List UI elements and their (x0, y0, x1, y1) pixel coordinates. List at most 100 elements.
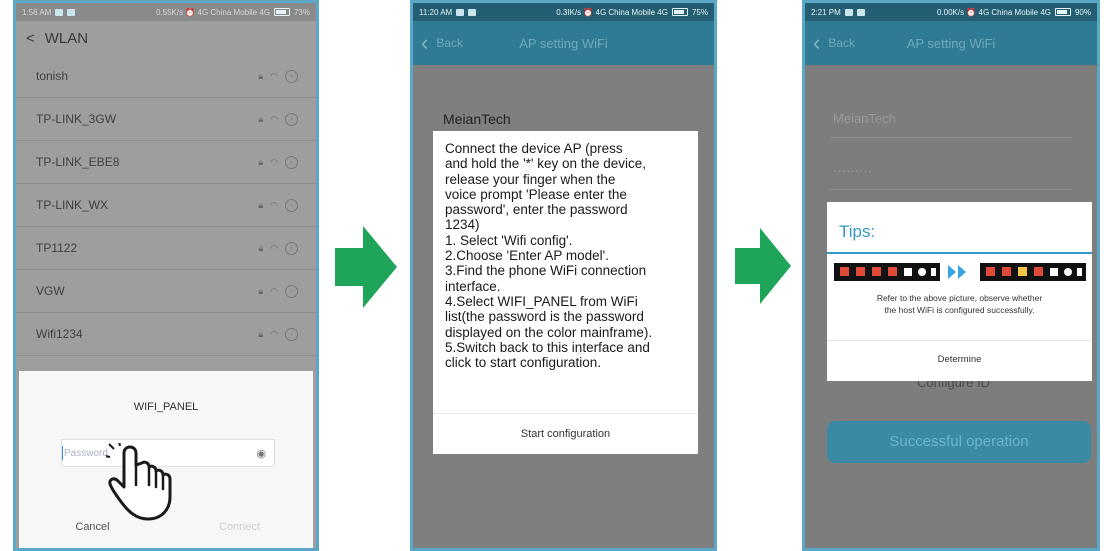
divider (830, 137, 1072, 138)
wifi-list-item[interactable]: VGW 🔒︎ ◠ › (16, 270, 316, 313)
instruction-line: 3.Find the phone WiFi connection (445, 263, 647, 279)
device-status-icons (834, 263, 1086, 281)
wifi-ssid: VGW (36, 284, 65, 298)
instruction-line: voice prompt 'Please enter the (445, 186, 627, 202)
divider (830, 189, 1072, 190)
green-arrow-icon (335, 226, 397, 308)
wifi-list: tonish 🔒︎ ◠ › TP-LINK_3GW 🔒︎ ◠ › TP-LINK_EBE… (16, 55, 316, 356)
lock-icon: 🔒︎ (258, 113, 264, 124)
back-chevron-icon[interactable]: < (26, 30, 35, 47)
info-icon[interactable]: › (285, 284, 298, 298)
instruction-line: click to start configuration. (445, 355, 602, 371)
lock-icon: 🔒︎ (258, 156, 264, 167)
battery-icon (1054, 8, 1071, 16)
battery-icon (273, 8, 290, 16)
eye-icon[interactable]: ◉ (256, 447, 266, 460)
status-info: 0.3IK/s ⏰ 4G China Mobile 4G (556, 7, 668, 17)
status-bar: 11:20 AM 0.3IK/s ⏰ 4G China Mobile 4G 75… (413, 3, 714, 21)
lock-icon: 🔒︎ (258, 285, 264, 296)
ssid-field[interactable]: MeianTech (443, 111, 511, 127)
wifi-ssid: tonish (36, 69, 69, 83)
start-configuration-button[interactable]: Start configuration (433, 413, 698, 454)
instruction-line: 2.Choose 'Enter AP model'. (445, 248, 610, 264)
wifi-signal-icon: ◠ (270, 285, 278, 296)
wifi-ssid: TP1122 (36, 241, 78, 255)
wifi-signal-icon: ◠ (270, 113, 278, 124)
notification-icon (55, 8, 64, 16)
status-bar: 2:21 PM 0.00K/s ⏰ 4G China Mobile 4G 90% (805, 3, 1097, 21)
battery-level: 73% (293, 7, 310, 17)
connect-button[interactable]: Connect (166, 503, 313, 548)
info-icon[interactable]: › (285, 69, 298, 83)
status-bar: 1:56 AM 0.55K/s ⏰ 4G China Mobile 4G 73% (16, 3, 316, 21)
green-arrow-icon (735, 228, 791, 304)
notification-icon (67, 8, 76, 16)
status-time: 1:56 AM (22, 7, 52, 17)
lock-icon: 🔒︎ (258, 328, 264, 339)
ssid-field[interactable]: MeianTech (833, 111, 896, 126)
info-icon[interactable]: › (285, 155, 298, 169)
status-info: 0.55K/s ⏰ 4G China Mobile 4G (155, 7, 270, 17)
lock-icon: 🔒︎ (258, 242, 264, 253)
instruction-line: release your finger when the (445, 171, 616, 187)
wifi-signal-icon: ◠ (270, 328, 278, 339)
back-label: Back (436, 36, 464, 50)
wifi-list-item[interactable]: Wifi1234 🔒︎ ◠ › (16, 313, 316, 356)
instruction-line: 5.Switch back to this interface and (445, 339, 650, 355)
instruction-line: 1234) (445, 217, 480, 233)
wifi-list-item[interactable]: TP-LINK_3GW 🔒︎ ◠ › (16, 98, 316, 141)
wifi-ssid: TP-LINK_3GW (36, 112, 117, 126)
wifi-list-item[interactable]: TP-LINK_EBE8 🔒︎ ◠ › (16, 141, 316, 184)
notification-icon (468, 8, 477, 16)
wifi-list-item[interactable]: TP-LINK_WX 🔒︎ ◠ › (16, 184, 316, 227)
notification-icon (856, 8, 865, 16)
determine-button[interactable]: Determine (827, 340, 1092, 381)
pointing-hand-icon (106, 443, 172, 521)
tips-description-line: the host WiFi is configured successfully… (884, 305, 1035, 315)
wifi-signal-icon: ◠ (270, 199, 278, 210)
info-icon[interactable]: › (285, 112, 298, 126)
password-field[interactable]: ········· (833, 163, 872, 178)
info-icon[interactable]: › (285, 241, 298, 255)
page-title: WLAN (44, 29, 89, 47)
dialog-title: Tips: (827, 202, 1092, 254)
instruction-line: list(the password is the password (445, 309, 644, 325)
status-time: 11:20 AM (419, 7, 453, 17)
phone-wlan-screen: 1:56 AM 0.55K/s ⏰ 4G China Mobile 4G 73%… (13, 0, 319, 551)
wifi-signal-icon: ◠ (270, 242, 278, 253)
info-icon[interactable]: › (285, 198, 298, 212)
chevron-left-icon: ‹ (421, 30, 429, 55)
instruction-line: password', enter the password (445, 202, 628, 218)
info-icon[interactable]: › (285, 327, 298, 341)
wifi-ssid: TP-LINK_WX (36, 198, 109, 212)
wifi-list-item[interactable]: TP1122 🔒︎ ◠ › (16, 227, 316, 270)
notification-icon (456, 8, 465, 16)
instructions-text: Connect the device AP (press and hold th… (433, 131, 698, 370)
tips-description: Refer to the above picture, observe whet… (827, 292, 1092, 316)
status-time: 2:21 PM (811, 7, 841, 17)
wlan-header: < WLAN (16, 21, 316, 55)
wifi-signal-icon: ◠ (270, 156, 278, 167)
instruction-line: 1. Select 'Wifi config'. (445, 232, 573, 248)
battery-level: 75% (691, 7, 708, 17)
wifi-list-item[interactable]: tonish 🔒︎ ◠ › (16, 55, 316, 98)
app-bar: ‹ Back AP setting WiFi (805, 21, 1097, 65)
app-bar: ‹ Back AP setting WiFi (413, 21, 714, 65)
back-button[interactable]: ‹ Back (805, 32, 855, 54)
instruction-line: and hold the '*' key on the device, (445, 156, 647, 172)
instructions-dialog: Connect the device AP (press and hold th… (433, 131, 698, 454)
wifi-ssid: TP-LINK_EBE8 (36, 155, 120, 169)
wifi-ssid: Wifi1234 (36, 327, 83, 341)
status-info: 0.00K/s ⏰ 4G China Mobile 4G (936, 7, 1051, 17)
tips-dialog: Tips: Refer to the above picture, observ… (827, 202, 1092, 381)
instruction-line: Connect the device AP (press (445, 141, 623, 156)
tips-description-line: Refer to the above picture, observe whet… (876, 293, 1043, 303)
instruction-line: 4.Select WIFI_PANEL from WiFi (445, 293, 638, 309)
successful-operation-button[interactable]: Successful operation (827, 421, 1091, 463)
back-button[interactable]: ‹ Back (413, 32, 463, 54)
lock-icon: 🔒︎ (258, 70, 264, 81)
dialog-title: WIFI_PANEL (133, 401, 199, 413)
back-label: Back (828, 36, 856, 50)
notification-icon (844, 8, 853, 16)
battery-level: 90% (1074, 7, 1091, 17)
